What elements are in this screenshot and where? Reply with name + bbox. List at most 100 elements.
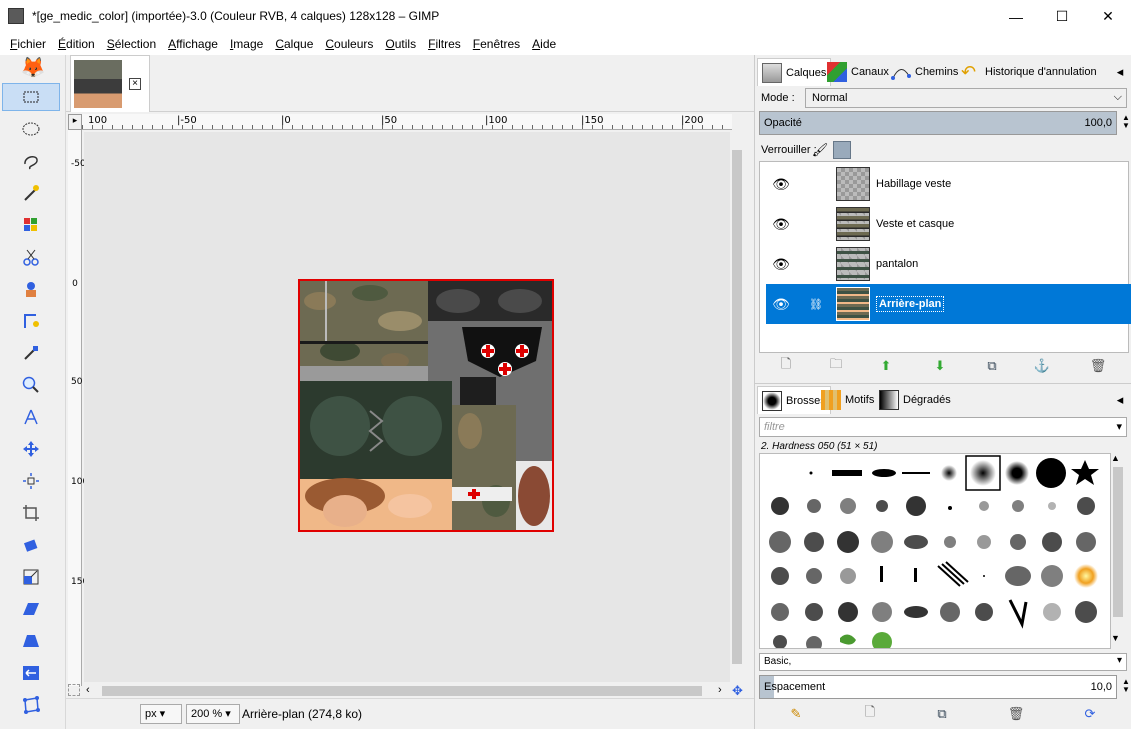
brush-tag-select[interactable]: Basic, ▾ [759,653,1127,671]
rect-select-tool-icon[interactable] [2,83,60,111]
menu-image[interactable]: Image [224,37,269,51]
layer-name[interactable]: Arrière-plan [876,296,945,312]
chain-link-icon[interactable]: ⛓ [796,298,836,311]
ruler-label: 150 [71,577,89,587]
zoom-selector[interactable]: 200 % ▾ [186,704,240,724]
measure-tool-icon[interactable] [17,403,45,431]
vertical-ruler[interactable]: -50 0 50 100 150 [68,130,89,686]
brush-filter-input[interactable]: filtre ▾ [759,417,1127,437]
crop-tool-icon[interactable] [17,499,45,527]
layer-row[interactable]: 👁 pantalon [766,244,1131,284]
tab-chemins[interactable]: Chemins [887,58,962,86]
menu-edition[interactable]: Édition [52,37,101,51]
tab-calques[interactable]: Calques [757,58,832,86]
quick-mask-corner-icon[interactable]: ▸ [68,114,82,130]
menu-affichage[interactable]: Affichage [162,37,224,51]
vertical-scrollbar[interactable] [730,132,744,682]
close-button[interactable]: ✕ [1085,0,1131,33]
shear-tool-icon[interactable] [17,595,45,623]
new-layer-group-icon[interactable]: 🗀 [827,356,845,375]
image-tab[interactable]: × [70,55,150,112]
menu-aide[interactable]: Aide [526,37,562,51]
scroll-right-icon[interactable]: › [718,684,722,696]
horizontal-scrollbar[interactable]: ‹ › [82,684,732,698]
navigate-icon[interactable]: ✥ [732,684,743,697]
layer-row[interactable]: 👁 Habillage veste [766,164,1131,204]
horizontal-scrollbar-thumb[interactable] [102,686,702,696]
eye-icon[interactable]: 👁 [766,176,796,193]
close-image-tab-icon[interactable]: × [129,78,141,90]
zoom-tool-icon[interactable] [17,371,45,399]
scale-tool-icon[interactable] [17,563,45,591]
anchor-layer-icon[interactable]: ⚓ [1033,357,1051,375]
unit-selector[interactable]: px ▾ [140,704,182,724]
perspective-tool-icon[interactable] [17,627,45,655]
color-picker-tool-icon[interactable] [17,339,45,367]
mode-select[interactable]: Normal ⌵ [805,88,1127,108]
menu-fenetres[interactable]: Fenêtres [467,37,526,51]
paths-tool-icon[interactable] [17,307,45,335]
cage-transform-tool-icon[interactable] [17,691,45,719]
spacing-spin-icon[interactable]: ▲ ▼ [1117,677,1131,695]
chevron-down-icon: ⌵ [1113,91,1122,103]
dock-menu-icon[interactable]: ◂ [1111,391,1129,409]
tab-degrades[interactable]: Dégradés [875,386,955,414]
delete-layer-icon[interactable]: 🗑 [1089,357,1107,375]
eye-icon[interactable]: 👁 [766,256,796,273]
layer-name[interactable]: Habillage veste [876,178,951,190]
refresh-brushes-icon[interactable]: ⟳ [1081,705,1099,723]
menu-selection[interactable]: Sélection [101,37,162,51]
menu-calque[interactable]: Calque [269,37,319,51]
status-bar: px ▾ 200 % ▾ Arrière-plan (274,8 ko) [66,698,754,729]
horizontal-ruler[interactable]: 100 |-50 |0 |50 |100 |150 |200 [82,114,732,130]
brush-grid[interactable] [759,453,1111,649]
delete-brush-icon[interactable]: 🗑 [1007,705,1025,723]
eye-icon[interactable]: 👁 [766,296,796,313]
scissors-tool-icon[interactable] [17,243,45,271]
vertical-scrollbar-thumb[interactable] [732,150,742,664]
dock-menu-icon[interactable]: ◂ [1111,63,1129,81]
opacity-slider[interactable]: Opacité 100,0 [759,111,1117,135]
align-tool-icon[interactable] [17,467,45,495]
menu-filtres[interactable]: Filtres [422,37,467,51]
raise-layer-icon[interactable]: ⬆ [877,357,895,375]
image-canvas[interactable] [84,132,730,682]
menu-couleurs[interactable]: Couleurs [319,37,379,51]
fuzzy-select-tool-icon[interactable] [17,179,45,207]
ellipse-select-tool-icon[interactable] [17,115,45,143]
zoom-corner-icon[interactable] [68,684,80,696]
opacity-spin-icon[interactable]: ▲ ▼ [1117,113,1131,131]
layer-name[interactable]: pantalon [876,258,918,270]
flip-tool-icon[interactable] [17,659,45,687]
tab-motifs[interactable]: Motifs [817,386,878,414]
new-brush-icon[interactable]: 🗋 [861,704,879,723]
menu-fichier[interactable]: Fichier [4,37,52,51]
menu-outils[interactable]: Outils [379,37,422,51]
eye-icon[interactable]: 👁 [766,216,796,233]
layer-row-selected[interactable]: 👁 ⛓ Arrière-plan [766,284,1131,324]
brush-grid-scrollbar[interactable]: ▲ ▼ [1111,453,1125,649]
minimize-button[interactable]: — [993,0,1039,33]
brush-grid-scrollbar-thumb[interactable] [1113,467,1123,617]
rotate-tool-icon[interactable] [17,531,45,559]
lasso-tool-icon[interactable] [17,147,45,175]
lower-layer-icon[interactable]: ⬇ [931,357,949,375]
move-tool-icon[interactable] [17,435,45,463]
spacing-slider[interactable]: Espacement 10,0 [759,675,1117,699]
texture-image[interactable] [298,279,554,532]
tab-canaux[interactable]: Canaux [823,58,893,86]
tab-historique[interactable]: ↶ Historique d'annulation [957,58,1101,86]
edit-brush-icon[interactable]: ✎ [787,705,805,723]
layer-name[interactable]: Veste et casque [876,218,954,230]
layer-row[interactable]: 👁 Veste et casque [766,204,1131,244]
lock-alpha-icon[interactable] [833,141,851,159]
duplicate-layer-icon[interactable]: ⧉ [983,357,1001,375]
scroll-left-icon[interactable]: ‹ [86,684,90,696]
lock-pixels-icon[interactable]: 🖌 [811,141,829,159]
new-layer-icon[interactable]: 🗋 [777,356,795,375]
layer-thumbnail [836,167,870,201]
select-by-color-tool-icon[interactable] [17,211,45,239]
foreground-select-tool-icon[interactable] [17,275,45,303]
duplicate-brush-icon[interactable]: ⧉ [933,705,951,723]
maximize-button[interactable]: ☐ [1039,0,1085,33]
